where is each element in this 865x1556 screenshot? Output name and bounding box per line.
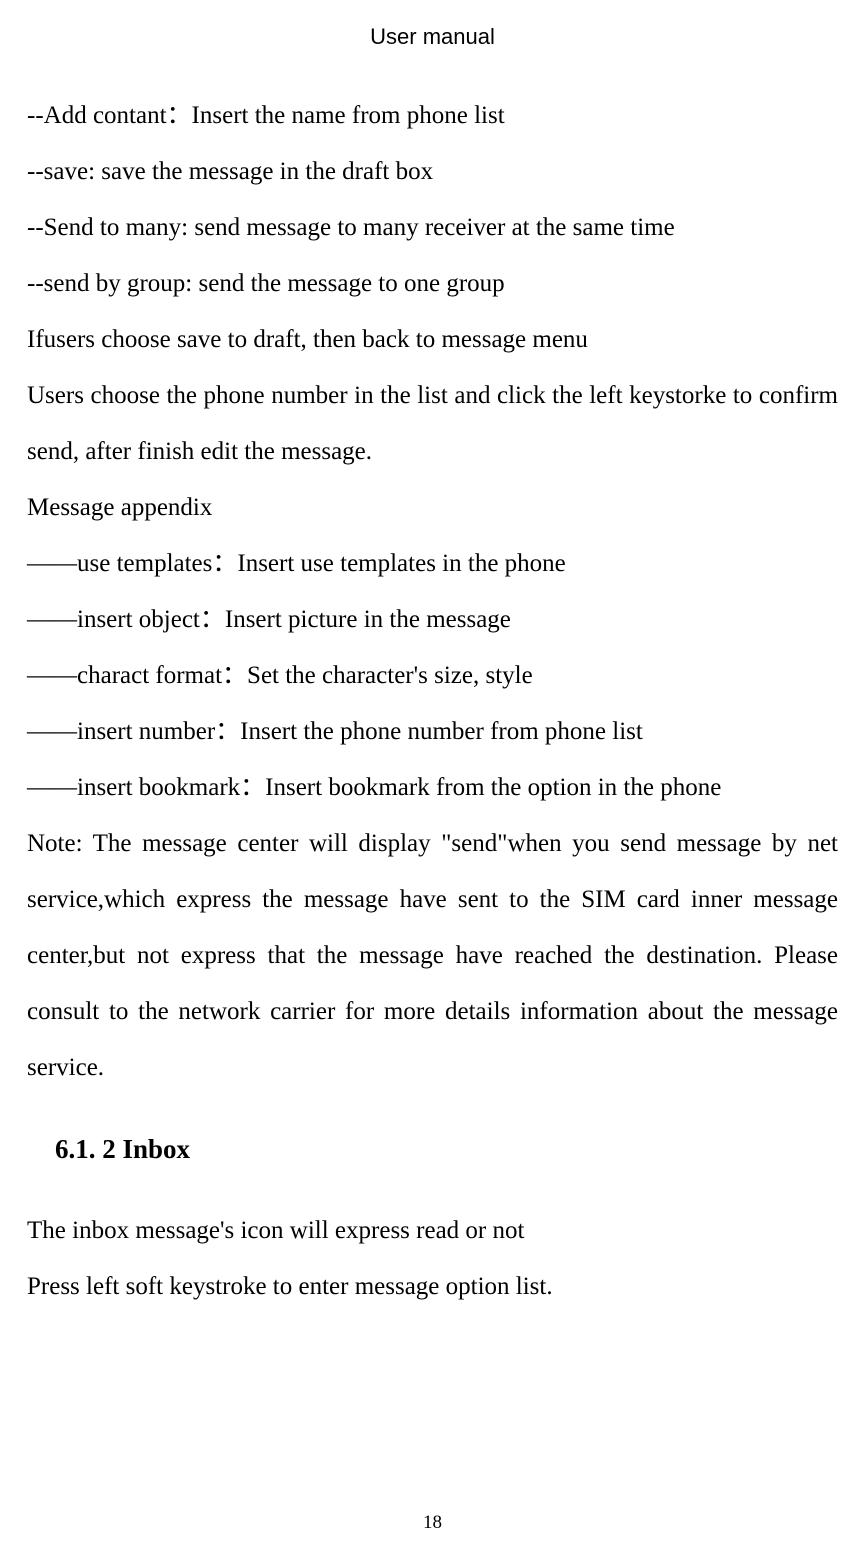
body-text: Note: The message center will display "s… [27,816,838,1096]
body-text: --save: save the message in the draft bo… [27,144,838,200]
header-title: User manual [370,24,495,49]
body-text: --Send to many: send message to many rec… [27,200,838,256]
body-text: ――charact format：Set the character's siz… [27,648,838,704]
body-text: Message appendix [27,480,838,536]
page-header: User manual [0,0,865,88]
body-text: Ifusers choose save to draft, then back … [27,312,838,368]
body-text: ――insert number：Insert the phone number … [27,704,838,760]
document-content: --Add contant：Insert the name from phone… [0,88,865,1315]
body-text: Press left soft keystroke to enter messa… [27,1259,838,1315]
body-text: ――use templates：Insert use templates in … [27,536,838,592]
body-text: ――insert object：Insert picture in the me… [27,592,838,648]
body-text: Users choose the phone number in the lis… [27,368,838,480]
body-text: --Add contant：Insert the name from phone… [27,88,838,144]
body-text: The inbox message's icon will express re… [27,1203,838,1259]
page-number: 18 [0,1512,865,1534]
section-heading: 6.1. 2 Inbox [27,1134,838,1165]
body-text: --send by group: send the message to one… [27,256,838,312]
body-text: ――insert bookmark：Insert bookmark from t… [27,760,838,816]
